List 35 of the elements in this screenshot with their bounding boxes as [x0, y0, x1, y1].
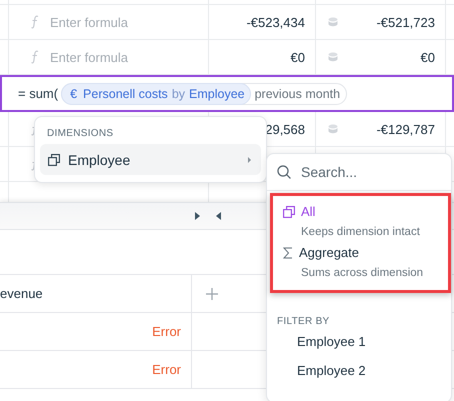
copy-icon [283, 206, 295, 218]
value-cell: -€523,434 [246, 14, 305, 30]
error-cell: Error [152, 324, 181, 339]
caret-icon [248, 156, 251, 162]
coins-icon [328, 124, 338, 134]
value-cell: 29,568 [265, 122, 305, 136]
column-header: evenue [0, 275, 192, 312]
expand-right-icon[interactable] [195, 212, 200, 220]
function-icon [31, 15, 39, 29]
value-cell: -€521,723 [376, 14, 435, 30]
copy-icon [48, 154, 60, 166]
metric-chip[interactable]: € Personell costs by Employee [61, 82, 251, 104]
formula-token[interactable]: € Personell costs by Employee previous month [61, 82, 348, 104]
error-cell: Error [152, 362, 181, 377]
time-modifier[interactable]: previous month [254, 86, 340, 100]
coins-icon [328, 17, 338, 27]
expand-left-icon[interactable] [216, 212, 221, 220]
value-cell: €0 [290, 50, 305, 64]
formula-editor[interactable]: = sum( € Personell costs by Employee previous month [0, 75, 454, 112]
filter-option[interactable]: Employee 2 [267, 356, 451, 385]
formula-prefix: = sum( [18, 86, 58, 101]
dimension-item[interactable]: Employee [40, 144, 261, 175]
section-heading: DIMENSIONS [46, 128, 114, 139]
value-cell: €0 [420, 50, 435, 64]
coins-icon [328, 52, 338, 62]
value-cell: -€129,787 [376, 122, 435, 136]
add-icon[interactable] [206, 288, 218, 300]
function-icon [31, 50, 39, 64]
section-heading: FILTER BY [276, 315, 331, 327]
mode-option[interactable]: All Keeps dimension intact [283, 202, 448, 243]
search-field[interactable]: Search... [299, 163, 433, 181]
sigma-icon [283, 246, 293, 258]
search-icon [277, 165, 291, 179]
filter-option[interactable]: Employee 1 [267, 327, 451, 356]
mode-option[interactable]: Aggregate Sums across dimension [283, 243, 448, 284]
